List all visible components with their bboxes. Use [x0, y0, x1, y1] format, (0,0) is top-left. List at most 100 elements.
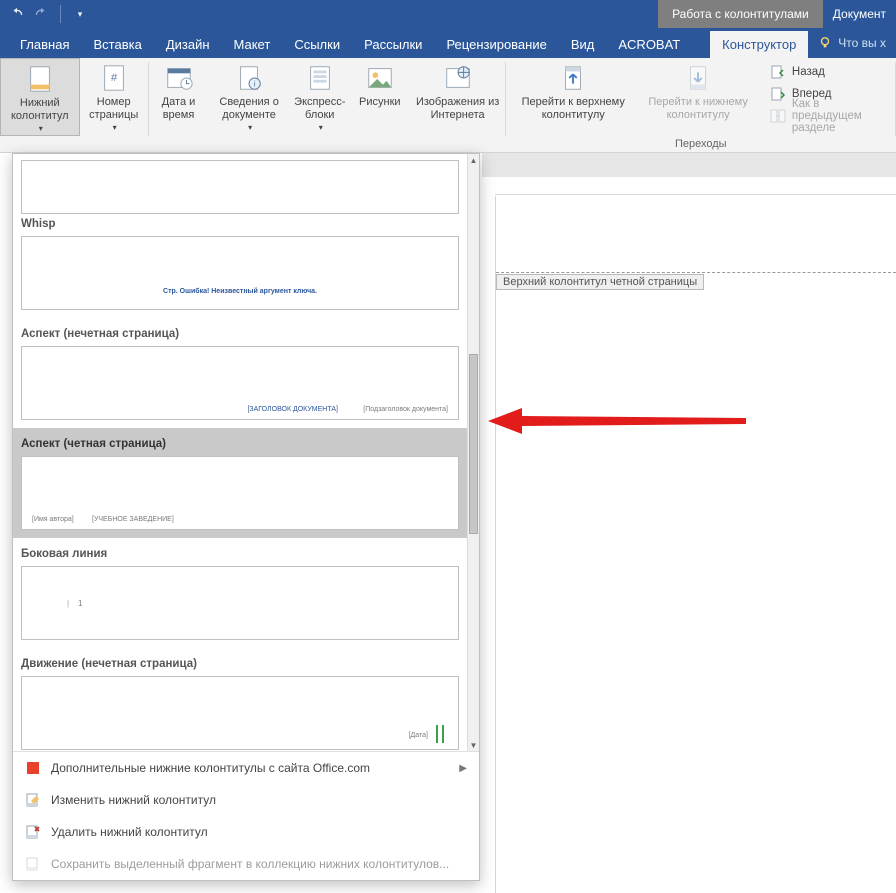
page-number-icon: # [98, 62, 130, 94]
edit-footer-label: Изменить нижний колонтитул [51, 793, 216, 807]
footer-icon [24, 63, 56, 95]
calendar-icon [163, 62, 195, 94]
gallery-item-whisp[interactable]: Whisp Стр. Ошибка! Неизвестный аргумент … [13, 154, 467, 318]
express-blocks-label: Экспресс-блоки [294, 96, 345, 121]
svg-text:i: i [254, 78, 256, 88]
goto-header-icon [557, 62, 589, 94]
ribbon-tabs: Главная Вставка Дизайн Макет Ссылки Расс… [0, 28, 896, 58]
gallery-preview-text: [ЗАГОЛОВОК ДОКУМЕНТА] [247, 406, 338, 413]
save-selection-icon [25, 856, 41, 872]
gallery-preview-text: 1 [78, 599, 82, 608]
scrollbar-thumb[interactable] [469, 354, 478, 534]
tab-design[interactable]: Дизайн [154, 31, 222, 58]
date-time-label: Дата и время [155, 96, 203, 121]
tab-references[interactable]: Ссылки [282, 31, 352, 58]
page-number-button[interactable]: # Номер страницы▾ [80, 58, 148, 136]
tab-constructor[interactable]: Конструктор [710, 31, 808, 58]
goto-header-button[interactable]: Перейти к верхнему колонтитулу [510, 58, 636, 136]
link-previous-button[interactable]: Как в предыдущем разделе [766, 106, 885, 126]
green-accent-line [436, 725, 438, 743]
navigation-group-label: Переходы [506, 138, 895, 150]
scroll-down-icon[interactable]: ▼ [468, 739, 479, 751]
gallery-item-aspect-even[interactable]: Аспект (четная страница) [Имя автора] [У… [13, 428, 467, 538]
goto-footer-icon [682, 62, 714, 94]
date-time-button[interactable]: Дата и время [149, 58, 209, 136]
gallery-scrollbar[interactable]: ▲ ▼ [467, 154, 479, 751]
footer-gallery-dropdown: Whisp Стр. Ошибка! Неизвестный аргумент … [12, 153, 480, 881]
header-boundary [496, 272, 896, 273]
previous-label: Назад [792, 66, 825, 78]
qat-customize-icon[interactable]: ▾ [71, 5, 89, 23]
footer-button[interactable]: Нижний колонтитул▾ [0, 58, 80, 136]
remove-footer-label: Удалить нижний колонтитул [51, 825, 208, 839]
scroll-up-icon[interactable]: ▲ [468, 154, 479, 166]
gallery-item-label: Боковая линия [21, 548, 459, 560]
lightbulb-icon [818, 36, 832, 50]
previous-button[interactable]: Назад [766, 62, 885, 82]
gallery-item-label: Whisp [21, 218, 459, 230]
office-icon [25, 760, 41, 776]
gallery-item-label: Аспект (нечетная страница) [21, 328, 459, 340]
tab-home[interactable]: Главная [8, 31, 81, 58]
edit-footer-icon [25, 792, 41, 808]
goto-footer-label: Перейти к нижнему колонтитулу [642, 96, 754, 121]
undo-icon[interactable] [8, 5, 26, 23]
doc-info-button[interactable]: i Сведения о документе▾ [209, 58, 290, 136]
gallery-preview-text: [Подзаголовок документа] [363, 406, 448, 413]
gallery-item-sideline[interactable]: Боковая линия | 1 [13, 538, 467, 648]
doc-info-icon: i [233, 62, 265, 94]
gallery-footer: Дополнительные нижние колонтитулы с сайт… [13, 751, 479, 880]
gallery-preview-text: [Дата] [409, 732, 428, 739]
chevron-right-icon: ▶ [459, 763, 467, 774]
more-office-label: Дополнительные нижние колонтитулы с сайт… [51, 761, 370, 775]
redo-icon[interactable] [32, 5, 50, 23]
gallery-preview-text: Стр. Ошибка! Неизвестный аргумент ключа. [163, 288, 317, 295]
svg-text:#: # [111, 72, 118, 84]
blocks-icon [304, 62, 336, 94]
tell-me-search[interactable]: Что вы х [808, 28, 896, 58]
page-surface [495, 196, 896, 893]
remove-footer-icon [25, 824, 41, 840]
pictures-label: Рисунки [359, 96, 401, 109]
gallery-item-motion-odd[interactable]: Движение (нечетная страница) [Дата] [13, 648, 467, 751]
ribbon: Нижний колонтитул▾ # Номер страницы▾ Дат… [0, 58, 896, 153]
tell-me-label: Что вы х [838, 36, 886, 50]
image-icon [364, 62, 396, 94]
save-selection-button: Сохранить выделенный фрагмент в коллекци… [13, 848, 479, 880]
title-bar: ▾ Работа с колонтитулами Документ [0, 0, 896, 28]
tab-mailings[interactable]: Рассылки [352, 31, 434, 58]
footer-label: Нижний колонтитул [7, 97, 73, 122]
tab-layout[interactable]: Макет [222, 31, 283, 58]
green-accent-line [442, 725, 444, 743]
tab-review[interactable]: Рецензирование [434, 31, 558, 58]
contextual-tab-label: Работа с колонтитулами [658, 0, 823, 28]
qat-separator [60, 5, 61, 23]
online-image-icon [442, 62, 474, 94]
link-previous-icon [770, 108, 786, 124]
online-pictures-button[interactable]: Изображения из Интернета [410, 58, 506, 136]
gallery-item-label: Аспект (четная страница) [21, 438, 459, 450]
ruler-gap [482, 153, 896, 177]
gallery-item-aspect-odd[interactable]: Аспект (нечетная страница) [ЗАГОЛОВОК ДО… [13, 318, 467, 428]
goto-footer-button[interactable]: Перейти к нижнему колонтитулу [636, 58, 760, 136]
more-from-office-button[interactable]: Дополнительные нижние колонтитулы с сайт… [13, 752, 479, 784]
annotation-arrow [488, 406, 746, 436]
pictures-button[interactable]: Рисунки [350, 58, 410, 136]
previous-icon [770, 64, 786, 80]
gallery-preview-text: [УЧЕБНОЕ ЗАВЕДЕНИЕ] [92, 516, 174, 523]
save-selection-label: Сохранить выделенный фрагмент в коллекци… [51, 857, 449, 871]
express-blocks-button[interactable]: Экспресс-блоки▾ [290, 58, 350, 136]
tab-view[interactable]: Вид [559, 31, 607, 58]
remove-footer-button[interactable]: Удалить нижний колонтитул [13, 816, 479, 848]
gallery-preview-text: [Имя автора] [32, 516, 74, 523]
horizontal-ruler [495, 177, 896, 195]
tab-acrobat[interactable]: ACROBAT [606, 31, 692, 58]
header-section-tag: Верхний колонтитул четной страницы [496, 274, 704, 290]
tab-insert[interactable]: Вставка [81, 31, 153, 58]
edit-footer-button[interactable]: Изменить нижний колонтитул [13, 784, 479, 816]
gallery-item-label: Движение (нечетная страница) [21, 658, 459, 670]
goto-header-label: Перейти к верхнему колонтитулу [516, 96, 630, 121]
page-number-label: Номер страницы [86, 96, 142, 121]
link-previous-label: Как в предыдущем разделе [792, 98, 881, 134]
online-pictures-label: Изображения из Интернета [416, 96, 500, 121]
